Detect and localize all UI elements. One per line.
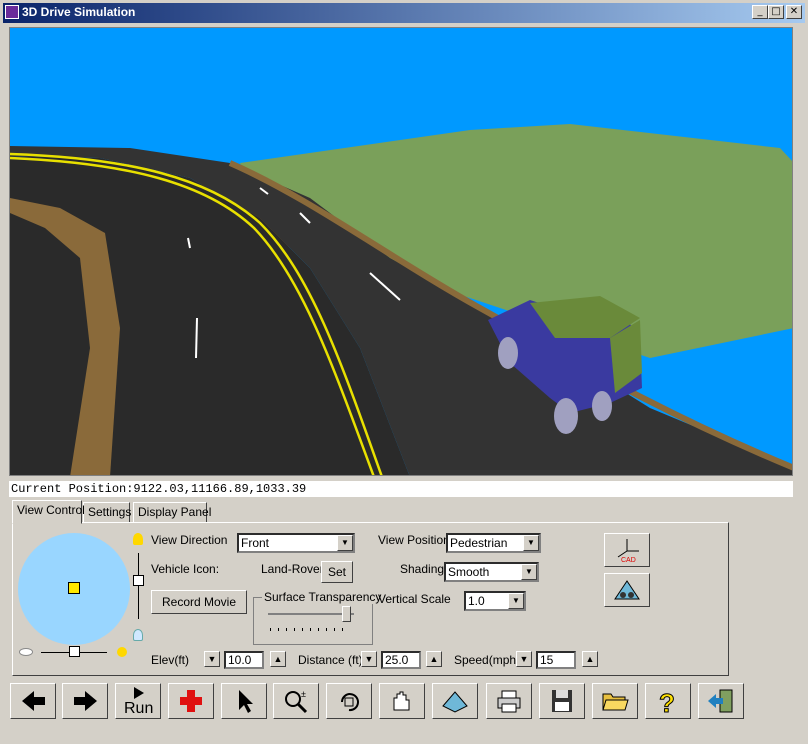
3d-viewport[interactable] [9, 27, 793, 476]
exit-door-icon [708, 689, 733, 713]
svg-text:?: ? [659, 688, 675, 714]
sun-slider-thumb[interactable] [69, 646, 80, 657]
speed-down-button[interactable]: ▼ [516, 651, 532, 667]
sun-icon [117, 647, 127, 657]
tab-settings[interactable]: Settings [83, 502, 131, 523]
title-bar: 3D Drive Simulation _ □ ✕ [0, 0, 808, 26]
position-value: 9122.03,11166.89,1033.39 [133, 482, 307, 496]
terrain-view-button[interactable] [604, 573, 650, 607]
svg-text:CAD: CAD [621, 557, 636, 563]
forward-button[interactable] [62, 683, 108, 719]
folder-icon [602, 693, 629, 711]
floppy-disk-icon [552, 690, 572, 712]
elev-field[interactable]: 10.0 [224, 651, 264, 669]
view-direction-select[interactable]: Front ▼ [237, 533, 355, 553]
vehicle-icon-value: Land-Rover [261, 562, 324, 576]
app-icon [5, 5, 19, 19]
view-direction-label: View Direction [151, 533, 228, 547]
maximize-button[interactable]: □ [768, 5, 784, 19]
close-button[interactable]: ✕ [786, 5, 802, 19]
add-button[interactable] [168, 683, 214, 719]
select-button[interactable] [221, 683, 267, 719]
direction-joystick[interactable] [18, 533, 130, 645]
dropdown-arrow-icon: ▼ [337, 535, 353, 551]
current-position-bar: Current Position:9122.03,11166.89,1033.3… [9, 481, 793, 497]
record-movie-button[interactable]: Record Movie [151, 590, 247, 614]
light-off-icon [133, 629, 143, 641]
set-vehicle-button[interactable]: Set [321, 561, 353, 583]
view-position-label: View Position [378, 533, 450, 547]
pointer-icon [239, 690, 253, 713]
help-button[interactable]: ? [645, 683, 691, 719]
light-slider-track [138, 553, 139, 619]
terrain-button[interactable] [432, 683, 478, 719]
surface-transparency-label: Surface Transparency [262, 590, 384, 604]
dropdown-arrow-icon: ▼ [521, 564, 537, 580]
shading-select[interactable]: Smooth ▼ [444, 562, 539, 582]
vertical-scale-select[interactable]: 1.0 ▼ [464, 591, 526, 611]
play-icon [134, 687, 144, 699]
cad-axis-button[interactable]: CAD [604, 533, 650, 567]
tab-view-control[interactable]: View Control [12, 500, 85, 524]
speed-field[interactable]: 15 [536, 651, 576, 669]
elev-up-button[interactable]: ▲ [270, 651, 286, 667]
distance-up-button[interactable]: ▲ [426, 651, 442, 667]
save-button[interactable] [539, 683, 585, 719]
terrain-view-icon [614, 580, 640, 600]
svg-text:±: ± [301, 689, 306, 699]
joystick-handle[interactable] [68, 582, 80, 594]
zoom-icon: ± [285, 689, 308, 714]
transparency-thumb[interactable] [342, 606, 351, 622]
light-on-icon [133, 533, 143, 545]
speed-label: Speed(mph) [454, 653, 521, 667]
printer-icon [497, 690, 521, 713]
distance-field[interactable]: 25.0 [381, 651, 421, 669]
speed-up-button[interactable]: ▲ [582, 651, 598, 667]
elev-down-button[interactable]: ▼ [204, 651, 220, 667]
position-label: Current Position: [11, 482, 134, 496]
run-label: Run [124, 700, 154, 717]
open-button[interactable] [592, 683, 638, 719]
window-title: 3D Drive Simulation [22, 5, 136, 19]
arrow-right-icon [74, 691, 97, 711]
surface-transparency-group: Surface Transparency [253, 590, 384, 645]
view-position-select[interactable]: Pedestrian ▼ [446, 533, 541, 553]
elev-label: Elev(ft) [151, 653, 190, 667]
terrain-icon [442, 691, 468, 713]
tab-display-panel[interactable]: Display Panel [133, 502, 211, 523]
back-button[interactable] [10, 683, 56, 719]
view-control-panel: View Direction Front ▼ View Position Pede… [12, 522, 729, 676]
dropdown-arrow-icon: ▼ [523, 535, 539, 551]
vehicle-icon-label: Vehicle Icon: [151, 562, 220, 576]
arrow-left-icon [22, 691, 45, 711]
shading-label: Shading [400, 562, 445, 576]
exit-button[interactable] [698, 683, 744, 719]
vertical-scale-label: Vertical Scale [378, 592, 451, 606]
rotate-icon [341, 693, 359, 712]
print-button[interactable] [486, 683, 532, 719]
cloud-icon [19, 648, 33, 656]
run-button[interactable]: Run [115, 683, 161, 719]
zoom-button[interactable]: ± [273, 683, 319, 719]
rotate-button[interactable] [326, 683, 372, 719]
red-cross-icon [180, 690, 202, 712]
dropdown-arrow-icon: ▼ [508, 593, 524, 609]
cad-axis-icon: CAD [617, 539, 639, 564]
light-slider-thumb[interactable] [133, 575, 144, 586]
hand-icon [393, 691, 410, 711]
distance-down-button[interactable]: ▼ [361, 651, 377, 667]
transparency-ticks [270, 628, 350, 631]
question-mark-icon: ? [659, 688, 676, 714]
pan-button[interactable] [379, 683, 425, 719]
distance-label: Distance (ft) [298, 653, 363, 667]
minimize-button[interactable]: _ [752, 5, 768, 19]
